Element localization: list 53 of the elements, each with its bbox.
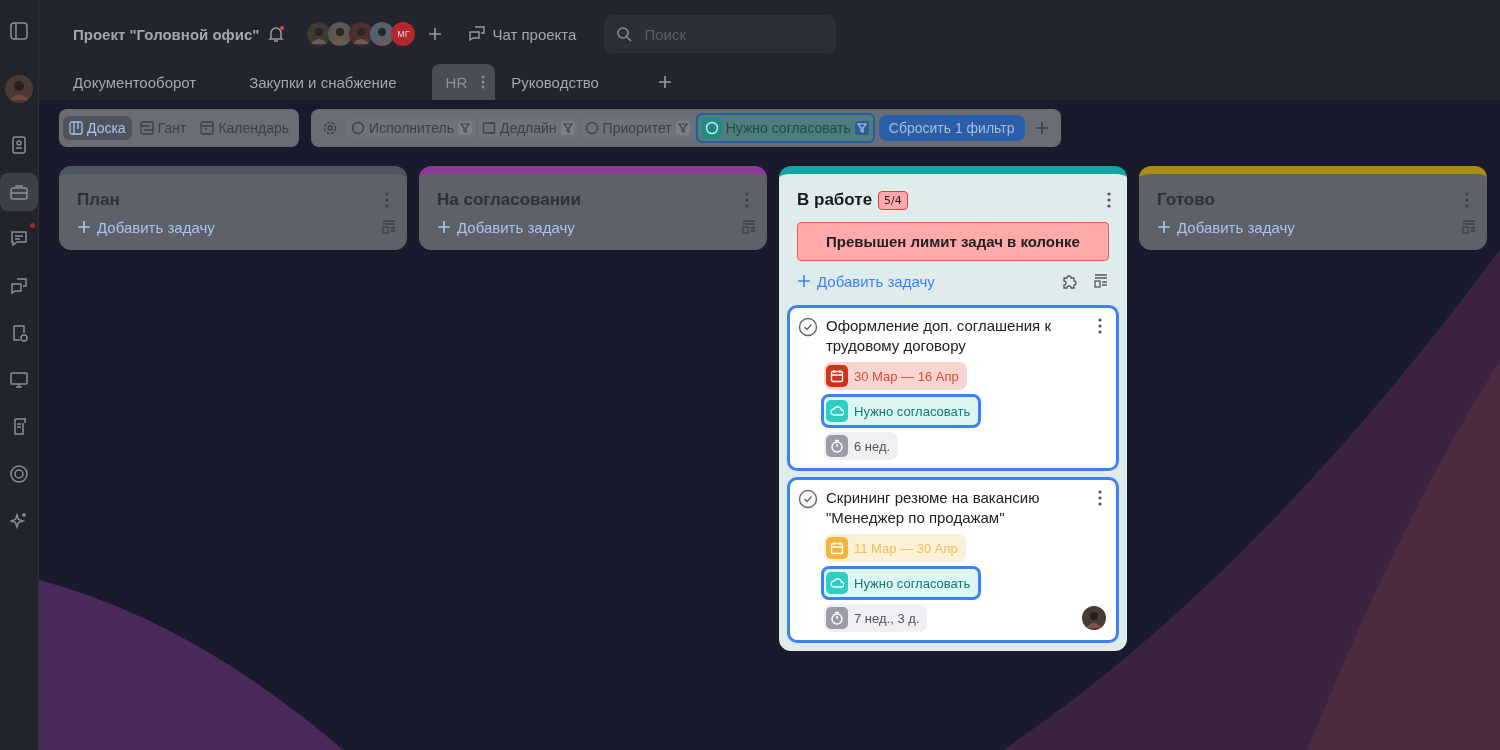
plus-icon: [437, 220, 451, 234]
unread-dot: [30, 223, 35, 228]
complete-check-icon[interactable]: [798, 316, 818, 337]
plus-icon: [1157, 220, 1171, 234]
gantt-icon: [139, 121, 154, 135]
chat-icon: [468, 26, 487, 42]
member-avatar[interactable]: [349, 22, 374, 46]
funnel-icon: [675, 121, 690, 135]
assignee-avatar[interactable]: [1082, 606, 1106, 630]
member-avatar[interactable]: [328, 22, 353, 46]
stopwatch-icon: [826, 435, 848, 457]
search-icon: [616, 26, 633, 42]
project-title: Проект "Головной офис": [73, 25, 260, 43]
add-task-link[interactable]: Добавить задачу: [1157, 218, 1295, 236]
project-chat-button[interactable]: Чат проекта: [468, 25, 577, 43]
task-card[interactable]: Скрининг резюме на вакансию "Менеджер по продажам" 11 Мар — 30 Апр Нужно согласовать 7 нед., 3 д.: [787, 477, 1119, 643]
funnel-icon: [457, 121, 472, 135]
member-avatar[interactable]: МГ: [391, 22, 416, 46]
approval-tag[interactable]: Нужно согласовать: [821, 566, 982, 600]
project-tab[interactable]: HR: [431, 64, 496, 100]
duration-chip: 7 нед., 3 д.: [824, 604, 928, 632]
funnel-icon: [854, 121, 869, 135]
board-icon: [69, 121, 83, 135]
column-title: В работе: [797, 190, 873, 210]
add-member-icon[interactable]: [428, 27, 443, 41]
puzzle-icon[interactable]: [1061, 272, 1079, 290]
plus-icon: [77, 220, 91, 234]
task-title[interactable]: Оформление доп. соглашения к трудовому договору: [826, 316, 1086, 356]
limit-warning: Превышен лимит задач в колонке: [797, 222, 1109, 261]
project-tab[interactable]: Документооборот: [73, 64, 197, 100]
task-title[interactable]: Скрининг резюме на вакансию "Менеджер по продажам": [826, 488, 1086, 528]
approval-tag[interactable]: Нужно согласовать: [821, 394, 982, 428]
avatar-image: [5, 75, 33, 103]
member-avatar[interactable]: [307, 22, 332, 46]
stopwatch-icon: [826, 607, 848, 629]
duration-chip: 6 нед.: [824, 432, 899, 460]
add-task-link[interactable]: Добавить задачу: [797, 272, 935, 290]
reset-filter-button[interactable]: Сбросить 1 фильтр: [878, 115, 1025, 141]
member-avatar[interactable]: [370, 22, 395, 46]
briefcase-icon[interactable]: [0, 173, 38, 211]
project-tab[interactable]: Руководство: [511, 64, 599, 100]
deadline-chip[interactable]: 30 Мар — 16 Апр: [824, 362, 967, 390]
add-task-link[interactable]: Добавить задачу: [437, 218, 575, 236]
task-count-badge: 5/4: [878, 190, 908, 210]
complete-check-icon[interactable]: [798, 488, 818, 509]
plus-icon: [797, 274, 811, 288]
task-card[interactable]: Оформление доп. соглашения к трудовому договору 30 Мар — 16 Апр Нужно согласовать 6 нед.: [787, 305, 1119, 471]
layout-icon[interactable]: [1093, 273, 1109, 289]
view-tab[interactable]: Доска: [63, 116, 132, 140]
notification-bell-icon[interactable]: [267, 25, 286, 43]
project-tab[interactable]: Закупки и снабжение: [249, 64, 397, 100]
add-task-link[interactable]: Добавить задачу: [77, 218, 215, 236]
funnel-icon: [560, 121, 575, 135]
